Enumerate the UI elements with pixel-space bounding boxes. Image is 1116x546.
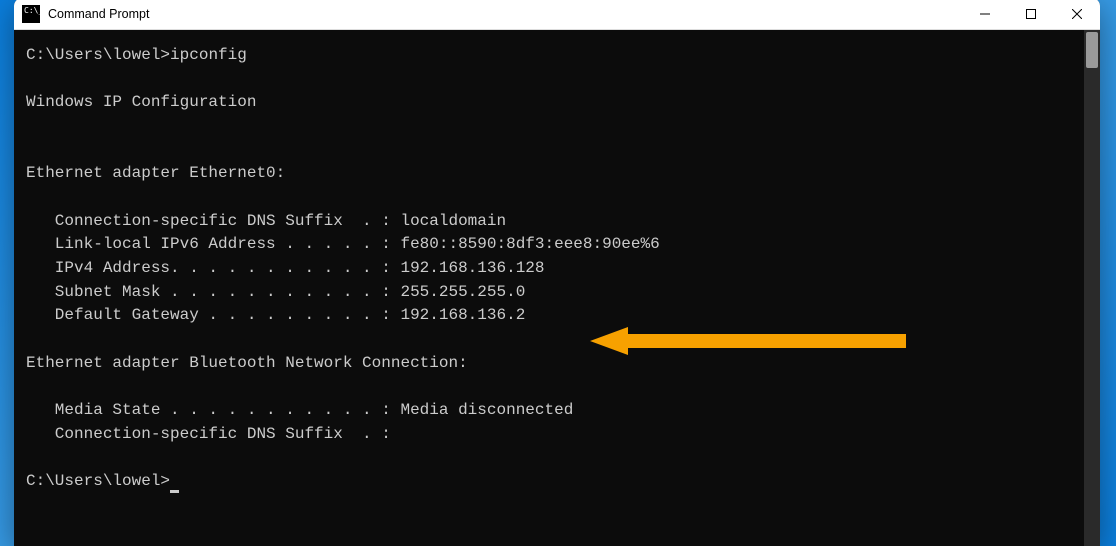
config-header: Windows IP Configuration xyxy=(26,93,256,111)
scrollbar-thumb[interactable] xyxy=(1086,32,1098,68)
ipv4-value: 192.168.136.128 xyxy=(400,259,544,277)
command-entered: ipconfig xyxy=(170,46,247,64)
ipv6-value: fe80::8590:8df3:eee8:90ee%6 xyxy=(400,235,659,253)
gateway-label: Default Gateway . . . . . . . . . : xyxy=(26,306,400,324)
titlebar[interactable]: Command Prompt xyxy=(14,0,1100,30)
close-button[interactable] xyxy=(1054,0,1100,30)
subnet-label: Subnet Mask . . . . . . . . . . . : xyxy=(26,283,400,301)
dns-suffix-value: localdomain xyxy=(400,212,506,230)
scrollbar[interactable] xyxy=(1084,30,1100,546)
media-state-label: Media State . . . . . . . . . . . : xyxy=(26,401,400,419)
command-prompt-window: Command Prompt C:\Users\lowel>ipconfig W… xyxy=(14,0,1100,546)
media-state-value: Media disconnected xyxy=(400,401,573,419)
window-controls xyxy=(962,0,1100,29)
terminal-area: C:\Users\lowel>ipconfig Windows IP Confi… xyxy=(14,30,1100,546)
prompt-path: C:\Users\lowel> xyxy=(26,46,170,64)
prompt-path: C:\Users\lowel> xyxy=(26,472,170,490)
maximize-button[interactable] xyxy=(1008,0,1054,30)
gateway-value: 192.168.136.2 xyxy=(400,306,525,324)
ipv4-label: IPv4 Address. . . . . . . . . . . : xyxy=(26,259,400,277)
subnet-value: 255.255.255.0 xyxy=(400,283,525,301)
ipv6-label: Link-local IPv6 Address . . . . . : xyxy=(26,235,400,253)
cmd-icon xyxy=(22,5,40,23)
adapter-name: Ethernet adapter Ethernet0: xyxy=(26,164,285,182)
dns-suffix-label: Connection-specific DNS Suffix . : xyxy=(26,425,391,443)
adapter-name: Ethernet adapter Bluetooth Network Conne… xyxy=(26,354,468,372)
window-title: Command Prompt xyxy=(48,7,962,21)
cursor xyxy=(170,490,179,493)
terminal-output[interactable]: C:\Users\lowel>ipconfig Windows IP Confi… xyxy=(14,30,1084,546)
minimize-button[interactable] xyxy=(962,0,1008,30)
dns-suffix-label: Connection-specific DNS Suffix . : xyxy=(26,212,400,230)
